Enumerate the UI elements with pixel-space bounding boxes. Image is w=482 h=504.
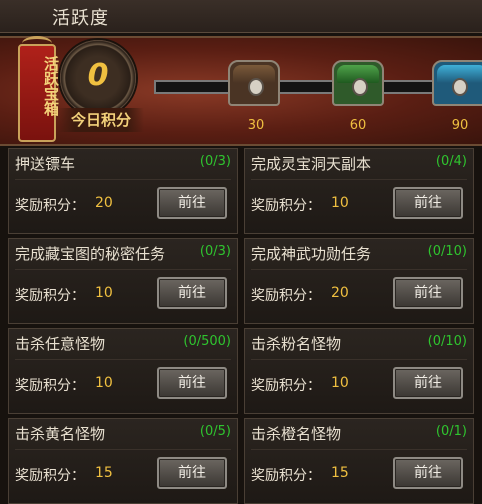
task-progress: (0/1)	[435, 424, 467, 439]
reward-label: 奖励积分：	[251, 468, 321, 484]
reward-label: 奖励积分：	[251, 378, 321, 394]
reward-value: 15	[331, 465, 349, 481]
divider	[15, 359, 231, 360]
divider	[251, 359, 467, 360]
task-title: 击杀任意怪物	[15, 335, 106, 353]
reward-label: 奖励积分：	[251, 198, 321, 214]
chest-icon-90[interactable]	[432, 60, 482, 106]
task-progress: (0/5)	[199, 424, 231, 439]
reward-label: 奖励积分：	[251, 288, 321, 304]
task-progress: (0/10)	[427, 334, 467, 349]
task-progress: (0/500)	[183, 334, 231, 349]
go-button[interactable]: 前往	[393, 277, 463, 309]
divider	[15, 179, 231, 180]
divider	[251, 179, 467, 180]
reward-value: 15	[95, 465, 113, 481]
divider	[251, 269, 467, 270]
task-title: 击杀黄名怪物	[15, 425, 106, 443]
task-title: 押送镖车	[15, 155, 76, 173]
task-title: 完成神武功勋任务	[251, 245, 372, 263]
task-progress: (0/4)	[435, 154, 467, 169]
reward-label: 奖励积分：	[15, 198, 85, 214]
task-progress: (0/3)	[199, 244, 231, 259]
go-button[interactable]: 前往	[157, 457, 227, 489]
reward-value: 20	[95, 195, 113, 211]
go-button[interactable]: 前往	[157, 367, 227, 399]
task-card: 完成神武功勋任务 (0/10) 奖励积分： 20 前往	[244, 238, 474, 324]
task-card: 击杀任意怪物 (0/500) 奖励积分： 10 前往	[8, 328, 238, 414]
task-card: 击杀黄名怪物 (0/5) 奖励积分： 15 前往	[8, 418, 238, 504]
badge-label: 活跃宝箱	[42, 56, 60, 116]
task-title: 完成藏宝图的秘密任务	[15, 245, 166, 263]
points-medallion: 0	[60, 40, 136, 116]
task-card: 击杀粉名怪物 (0/10) 奖励积分： 10 前往	[244, 328, 474, 414]
task-card: 击杀橙名怪物 (0/1) 奖励积分： 15 前往	[244, 418, 474, 504]
task-card: 完成灵宝洞天副本 (0/4) 奖励积分： 10 前往	[244, 148, 474, 234]
window-title-bar: 活跃度	[0, 0, 482, 33]
task-card: 押送镖车 (0/3) 奖励积分： 20 前往	[8, 148, 238, 234]
chest-threshold-30: 30	[247, 118, 265, 133]
points-label: 今日积分	[58, 108, 144, 132]
reward-label: 奖励积分：	[15, 288, 85, 304]
task-card: 完成藏宝图的秘密任务 (0/3) 奖励积分： 10 前往	[8, 238, 238, 324]
chest-threshold-90: 90	[451, 118, 469, 133]
go-button[interactable]: 前往	[393, 457, 463, 489]
task-progress: (0/3)	[199, 154, 231, 169]
reward-label: 奖励积分：	[15, 378, 85, 394]
reward-label: 奖励积分：	[15, 468, 85, 484]
points-value: 0	[87, 58, 109, 93]
task-progress: (0/10)	[427, 244, 467, 259]
go-button[interactable]: 前往	[157, 187, 227, 219]
go-button[interactable]: 前往	[393, 187, 463, 219]
divider	[15, 449, 231, 450]
task-title: 击杀粉名怪物	[251, 335, 342, 353]
reward-value: 10	[331, 375, 349, 391]
reward-value: 10	[331, 195, 349, 211]
window-title: 活跃度	[52, 8, 109, 29]
reward-value: 10	[95, 285, 113, 301]
reward-value: 20	[331, 285, 349, 301]
chest-threshold-60: 60	[349, 118, 367, 133]
chest-icon-60[interactable]	[332, 60, 384, 106]
reward-value: 10	[95, 375, 113, 391]
go-button[interactable]: 前往	[393, 367, 463, 399]
divider	[251, 449, 467, 450]
task-title: 击杀橙名怪物	[251, 425, 342, 443]
chest-icon-30[interactable]	[228, 60, 280, 106]
go-button[interactable]: 前往	[157, 277, 227, 309]
divider	[15, 269, 231, 270]
activity-chest-badge: 活跃宝箱	[18, 44, 60, 142]
task-title: 完成灵宝洞天副本	[251, 155, 372, 173]
